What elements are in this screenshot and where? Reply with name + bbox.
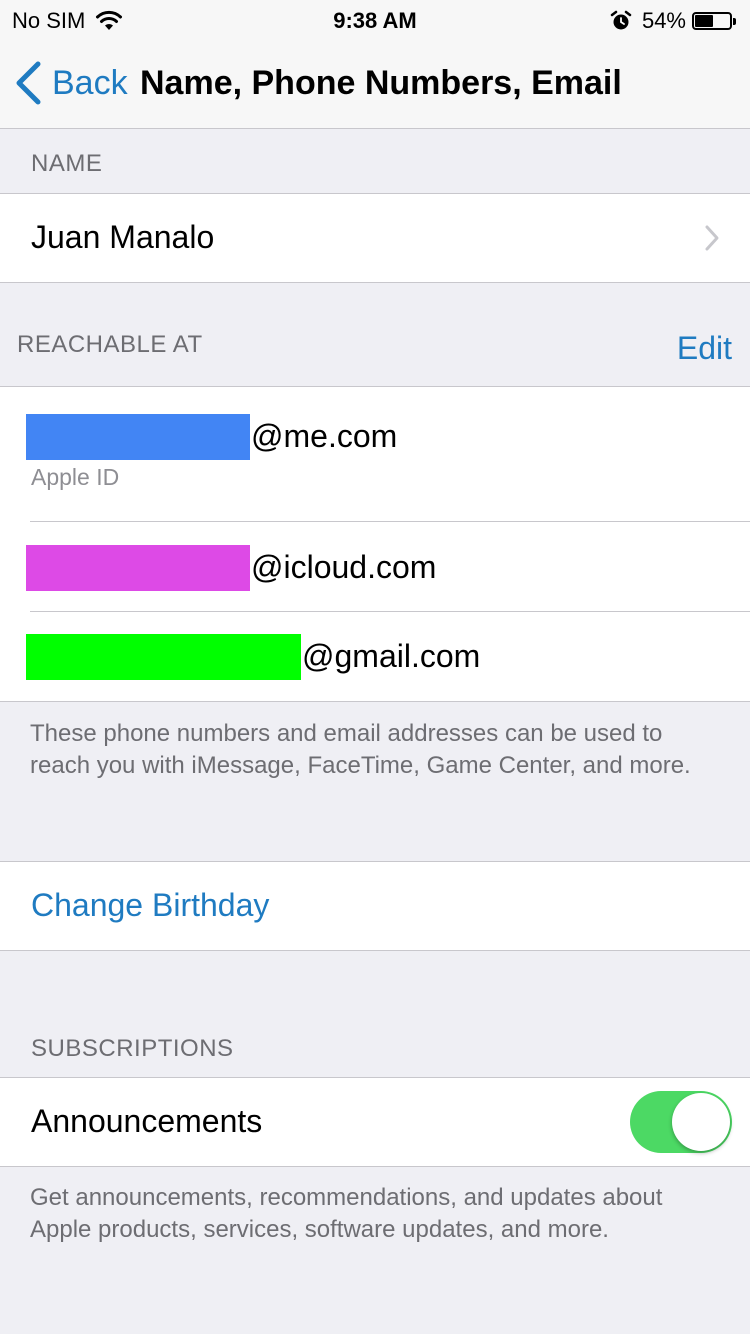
change-birthday-cell[interactable]: Change Birthday: [0, 861, 750, 951]
chevron-right-icon: [705, 225, 719, 251]
chevron-left-icon: [16, 61, 41, 105]
announcements-cell: Announcements: [0, 1077, 750, 1167]
announcements-toggle[interactable]: [630, 1091, 732, 1153]
reachable-list: @me.com Apple ID @icloud.com @gmail.com: [0, 386, 750, 702]
reachable-footer-note: These phone numbers and email addresses …: [30, 720, 691, 779]
section-header-subscriptions: SUBSCRIPTIONS: [31, 1035, 234, 1062]
name-value: Juan Manalo: [31, 219, 215, 255]
apple-id-label: Apple ID: [31, 464, 120, 490]
section-header-reachable: REACHABLE AT: [17, 331, 203, 358]
toggle-knob: [672, 1093, 730, 1151]
redacted-email-user: [26, 545, 250, 591]
email-suffix: @icloud.com: [251, 549, 437, 585]
status-bar: No SIM 9:38 AM 54%: [0, 0, 750, 40]
list-item-icloud[interactable]: @icloud.com: [0, 522, 750, 611]
page-title: Name, Phone Numbers, Email: [140, 64, 622, 102]
email-suffix: @me.com: [251, 418, 398, 454]
list-item-apple-id[interactable]: @me.com Apple ID: [0, 387, 750, 521]
back-button[interactable]: Back: [14, 58, 128, 108]
change-birthday-button[interactable]: Change Birthday: [31, 887, 269, 924]
alarm-icon: [610, 10, 632, 30]
section-header-name: NAME: [31, 150, 103, 177]
battery-icon: [692, 10, 738, 32]
announcements-label: Announcements: [31, 1103, 263, 1139]
name-cell[interactable]: Juan Manalo: [0, 193, 750, 283]
battery-percent: 54%: [641, 8, 686, 33]
status-right: 54%: [610, 8, 738, 34]
redacted-email-user: [26, 634, 301, 680]
edit-button[interactable]: Edit: [677, 330, 732, 367]
navigation-bar: Back Name, Phone Numbers, Email: [0, 40, 750, 129]
subscriptions-footer-note: Get announcements, recommendations, and …: [30, 1184, 663, 1243]
battery-fill: [695, 15, 713, 27]
email-suffix: @gmail.com: [302, 638, 481, 674]
redacted-email-user: [26, 414, 250, 460]
list-item-gmail[interactable]: @gmail.com: [0, 612, 750, 701]
back-label: Back: [52, 63, 128, 102]
